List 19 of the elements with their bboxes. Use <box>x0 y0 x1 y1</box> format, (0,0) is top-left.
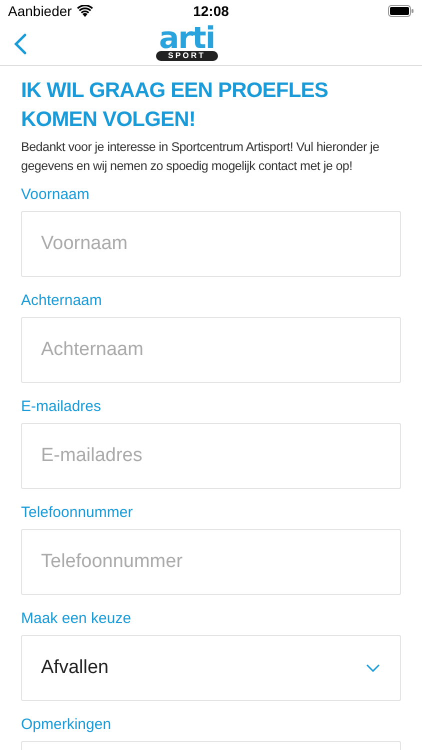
wifi-icon <box>76 5 93 17</box>
field-label: Opmerkingen <box>21 715 112 735</box>
select-field[interactable]: Afvallen <box>21 635 401 701</box>
carrier-name: Aanbieder <box>8 3 72 19</box>
intro-text: Bedankt voor je interesse in Sportcentrum Artisport! Vul hieronder je gegevens en wij nemen zo spoedig mogelijk contact met je op! <box>21 139 380 175</box>
field-label: Voornaam <box>21 185 90 205</box>
chevron-down-icon <box>366 664 380 672</box>
field-label: E-mailadres <box>21 397 102 417</box>
battery-icon <box>388 5 414 17</box>
input-field[interactable]: Voornaam <box>21 211 401 277</box>
field-label: Maak een keuze <box>21 609 132 629</box>
field-label: Achternaam <box>21 291 103 311</box>
field-label: Telefoonnummer <box>21 503 134 523</box>
input-field[interactable]: Achternaam <box>21 317 401 383</box>
page-title: IK WIL GRAAG EEN PROEFLES KOMEN VOLGEN! <box>21 78 329 133</box>
clock-time: 12:08 <box>192 3 230 19</box>
input-field[interactable]: Telefoonnummer <box>21 529 401 595</box>
input-field[interactable]: E-mailadres <box>21 423 401 489</box>
back-icon[interactable] <box>13 32 27 54</box>
